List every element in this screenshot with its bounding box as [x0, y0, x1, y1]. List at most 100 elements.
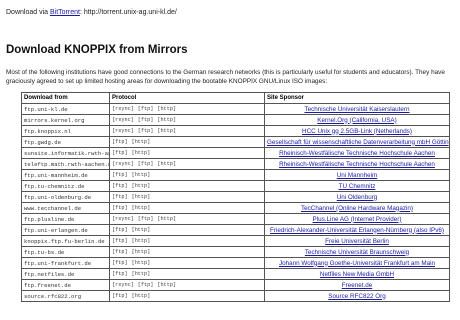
protocol-cell: [ftp] [http]: [109, 202, 265, 214]
sponsor-link[interactable]: Freenet.de: [342, 282, 372, 289]
protocol-link[interactable]: [http]: [132, 238, 151, 244]
sponsor-link[interactable]: Kernel.Org (California, USA): [317, 117, 396, 124]
sponsor-link[interactable]: HCC Unix gg 2.5GB-Link (Netherlands): [302, 128, 412, 135]
table-row: sunsite.informatik.rwth-aachen.de[ftp] [h…: [21, 147, 450, 159]
protocol-link[interactable]: [http]: [157, 216, 176, 222]
protocol-link[interactable]: [ftp]: [112, 183, 128, 189]
protocol-link[interactable]: [ftp]: [112, 238, 128, 244]
table-row: ftp.uni-kl.de [rsync] [ftp] [http] Technisch…: [21, 103, 450, 115]
protocol-link[interactable]: [ftp]: [138, 216, 154, 222]
protocol-link[interactable]: [http]: [132, 172, 151, 178]
table-row: ftp.gwdg.de [ftp] [http] Gesellschaft für w…: [21, 136, 450, 148]
protocol-link[interactable]: [rsync]: [112, 161, 134, 167]
mirror-host: source.rfc822.org: [21, 290, 110, 302]
protocol-link[interactable]: [ftp]: [112, 227, 128, 233]
mirror-host: ftp.uni-oldenburg.de: [21, 191, 110, 203]
protocol-link[interactable]: [rsync]: [112, 128, 134, 134]
sponsor-cell: Rheinisch-Westfälische Technische Hochsc…: [264, 158, 450, 170]
protocol-link[interactable]: [http]: [132, 260, 151, 266]
table-row: ftp.uni-oldenburg.de [ftp] [http] Uni Olden…: [21, 191, 450, 203]
protocol-link[interactable]: [ftp]: [138, 128, 154, 134]
sponsor-link[interactable]: Technische Universität Kaiserslautern: [305, 106, 410, 113]
protocol-link[interactable]: [ftp]: [112, 150, 128, 156]
table-row: source.rfc822.org [ftp] [http] Source RFC82…: [21, 290, 450, 302]
protocol-link[interactable]: [ftp]: [138, 161, 154, 167]
protocol-link[interactable]: [ftp]: [112, 139, 128, 145]
sponsor-cell: Technische Universität Kaiserslautern: [264, 103, 450, 115]
sponsor-link[interactable]: Rheinisch-Westfälische Technische Hochsc…: [279, 150, 435, 157]
protocol-link[interactable]: [http]: [132, 293, 151, 299]
protocol-cell: [ftp] [http]: [109, 246, 265, 258]
sponsor-link[interactable]: TU Chemnitz: [339, 183, 376, 190]
table-row: mirrors.kernel.org [rsync] [ftp] [http] Kern…: [21, 114, 450, 126]
bittorrent-link[interactable]: BitTorrent: [50, 9, 80, 16]
sponsor-link[interactable]: Netfiles New Media GmbH: [320, 271, 394, 278]
table-row: ftp.tu-chemnitz.de [ftp] [http] TU Chemnitz: [21, 180, 450, 192]
mirror-host: ftp.gwdg.de: [21, 136, 110, 148]
mirror-host: ftp.tu-chemnitz.de: [21, 180, 110, 192]
mirror-host: ftp.plusline.de: [21, 213, 110, 225]
sponsor-cell: TecChannel (Online Hardware Magazin): [264, 202, 450, 214]
protocol-link[interactable]: [http]: [132, 205, 151, 211]
protocol-link[interactable]: [ftp]: [138, 106, 154, 112]
table-row: ftp.knoppix.nl [rsync] [ftp] [http] HCC Unix…: [21, 125, 450, 137]
protocol-link[interactable]: [rsync]: [112, 106, 134, 112]
mirror-host: www.tecchannel.de: [21, 202, 110, 214]
sponsor-link[interactable]: TecChannel (Online Hardware Magazin): [301, 205, 413, 212]
protocol-cell: [ftp] [http]: [109, 147, 265, 159]
protocol-link[interactable]: [ftp]: [138, 117, 154, 123]
intro-text: Most of the following institutions have …: [6, 68, 456, 86]
protocol-link[interactable]: [http]: [157, 282, 176, 288]
sponsor-cell: Gesellschaft für wissenschaftliche Daten…: [264, 136, 450, 148]
table-row: ftp.uni-mannheim.de [ftp] [http] Uni Mannhe…: [21, 169, 450, 181]
sponsor-link[interactable]: Technische Universität Braunschweig: [305, 249, 409, 256]
protocol-cell: [rsync] [ftp] [http]: [109, 213, 265, 225]
protocol-cell: [ftp] [http]: [109, 235, 265, 247]
sponsor-link[interactable]: Freie Universität Berlin: [325, 238, 389, 245]
protocol-link[interactable]: [ftp]: [112, 271, 128, 277]
protocol-link[interactable]: [http]: [132, 249, 151, 255]
protocol-link[interactable]: [ftp]: [112, 293, 128, 299]
protocol-link[interactable]: [rsync]: [112, 282, 134, 288]
protocol-link[interactable]: [http]: [157, 117, 176, 123]
protocol-link[interactable]: [rsync]: [112, 117, 134, 123]
protocol-link[interactable]: [rsync]: [112, 216, 134, 222]
protocol-link[interactable]: [http]: [132, 194, 151, 200]
protocol-link[interactable]: [ftp]: [112, 249, 128, 255]
protocol-link[interactable]: [http]: [157, 161, 176, 167]
sponsor-link[interactable]: Gesellschaft für wissenschaftliche Daten…: [267, 139, 449, 146]
sponsor-cell: Johann Wolfgang Goethe-Universität Frank…: [264, 257, 450, 269]
mirror-host: knoppix.ftp.fu-berlin.de: [21, 235, 110, 247]
mirror-host: ftp.uni-mannheim.de: [21, 169, 110, 181]
protocol-link[interactable]: [http]: [132, 183, 151, 189]
protocol-cell: [ftp] [http]: [109, 191, 265, 203]
mirror-host: ftp.tu-bs.de: [21, 246, 110, 258]
protocol-link[interactable]: [http]: [132, 139, 151, 145]
mirror-host: sunsite.informatik.rwth-aachen.de: [21, 147, 110, 159]
protocol-link[interactable]: [http]: [132, 227, 151, 233]
protocol-link[interactable]: [http]: [132, 150, 151, 156]
sponsor-cell: Freie Universität Berlin: [264, 235, 450, 247]
protocol-link[interactable]: [ftp]: [138, 282, 154, 288]
sponsor-link[interactable]: Rheinisch-Westfälische Technische Hochsc…: [279, 161, 435, 168]
sponsor-link[interactable]: Uni Oldenburg: [337, 194, 378, 201]
protocol-cell: [ftp] [http]: [109, 268, 265, 280]
sponsor-link[interactable]: Plus.Line AG (Internet Provider): [313, 216, 402, 223]
protocol-link[interactable]: [http]: [132, 271, 151, 277]
protocol-link[interactable]: [ftp]: [112, 205, 128, 211]
sponsor-link[interactable]: Friedrich-Alexander-Universität Erlangen…: [270, 227, 444, 234]
protocol-link[interactable]: [http]: [157, 106, 176, 112]
sponsor-cell: HCC Unix gg 2.5GB-Link (Netherlands): [264, 125, 450, 137]
table-row: ftp.freenet.de [rsync] [ftp] [http] Freenet.…: [21, 279, 450, 291]
table-row: ftp.netfiles.de [ftp] [http] Netfiles New M…: [21, 268, 450, 280]
protocol-link[interactable]: [ftp]: [112, 172, 128, 178]
protocol-cell: [ftp] [http]: [109, 290, 265, 302]
protocol-link[interactable]: [ftp]: [112, 194, 128, 200]
sponsor-link[interactable]: Uni Mannheim: [337, 172, 378, 179]
protocol-link[interactable]: [http]: [157, 128, 176, 134]
sponsor-link[interactable]: Johann Wolfgang Goethe-Universität Frank…: [279, 260, 435, 267]
sponsor-link[interactable]: Source RFC822 Org: [328, 293, 385, 300]
protocol-cell: [ftp] [http]: [109, 257, 265, 269]
mirror-host: ftp.uni-erlangen.de: [21, 224, 110, 236]
protocol-link[interactable]: [ftp]: [112, 260, 128, 266]
